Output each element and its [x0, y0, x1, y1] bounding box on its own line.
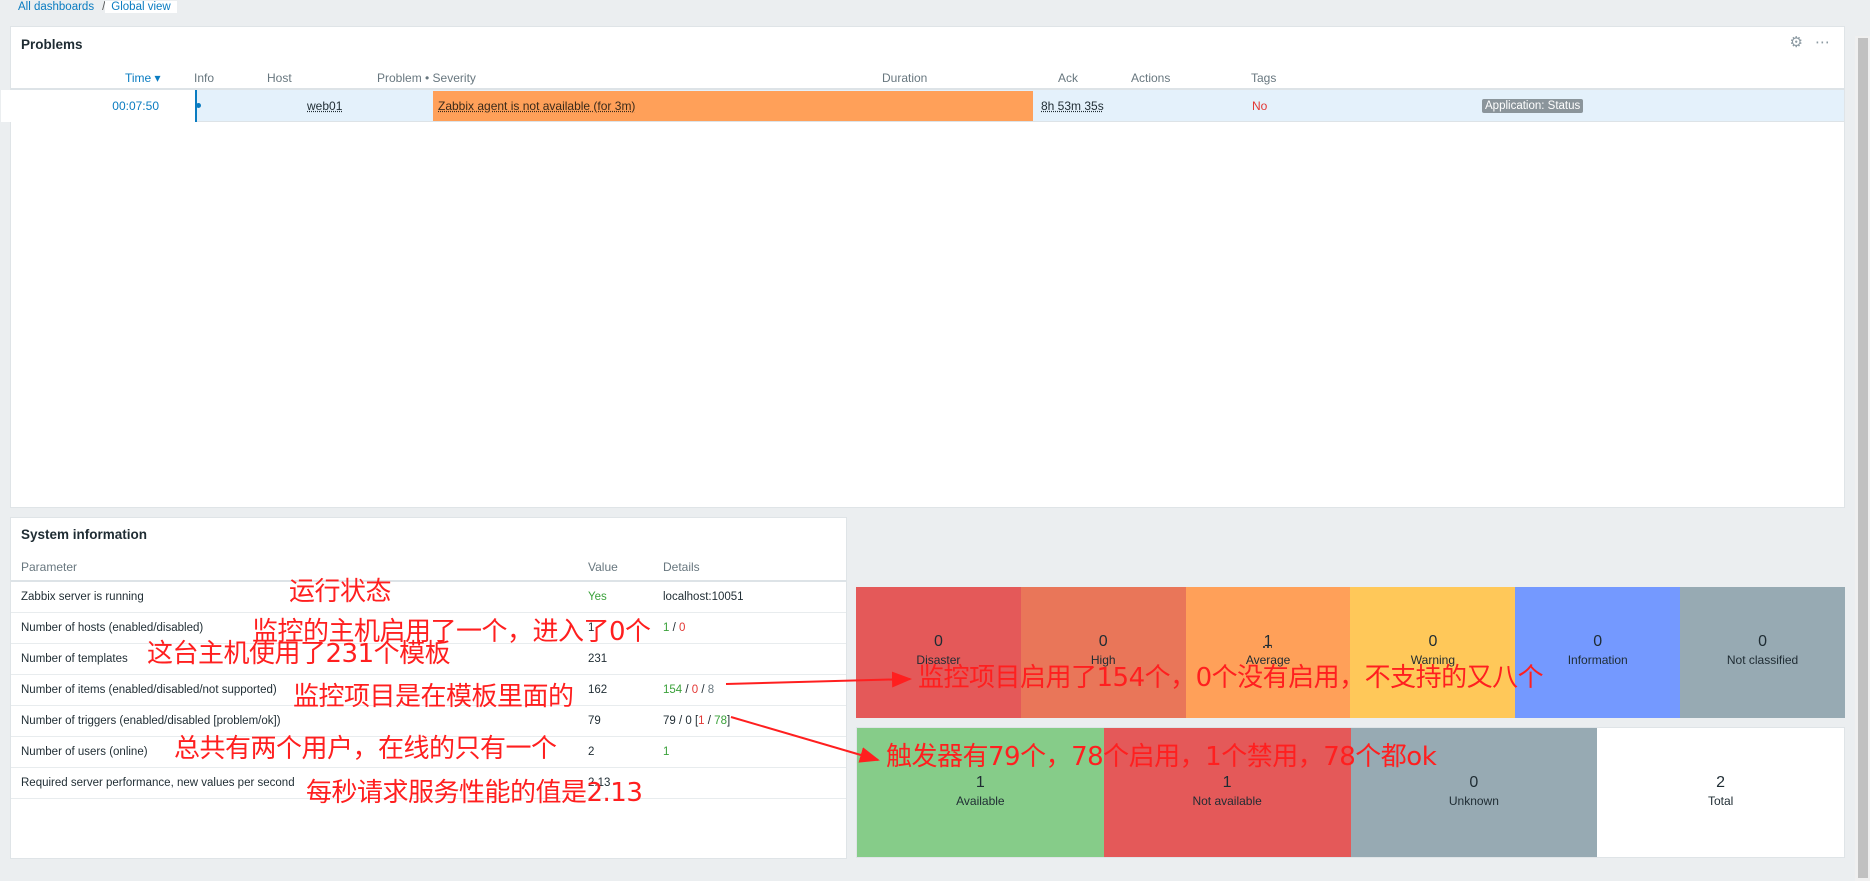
- annotation-running: 运行状态: [289, 577, 392, 607]
- triggers-arrow: [730, 716, 880, 763]
- annotation-users: 总共有两个用户，在线的只有一个: [174, 734, 557, 764]
- annotation-templates: 这台主机使用了231个模板: [147, 639, 451, 669]
- vertical-scrollbar[interactable]: [1855, 36, 1870, 881]
- annotation-perf: 每秒请求服务性能的值是2.13: [306, 778, 643, 808]
- annotation-items-arrow: 监控项目启用了154个，0个没有启用，不支持的又八个: [918, 663, 1544, 693]
- items-arrow: [725, 671, 912, 688]
- annotation-items: 监控项目是在模板里面的: [293, 682, 574, 712]
- annotation-triggers-arrow: 触发器有79个，78个启用，1个禁用，78个都ok: [886, 742, 1437, 772]
- scrollbar-thumb[interactable]: [1858, 38, 1868, 878]
